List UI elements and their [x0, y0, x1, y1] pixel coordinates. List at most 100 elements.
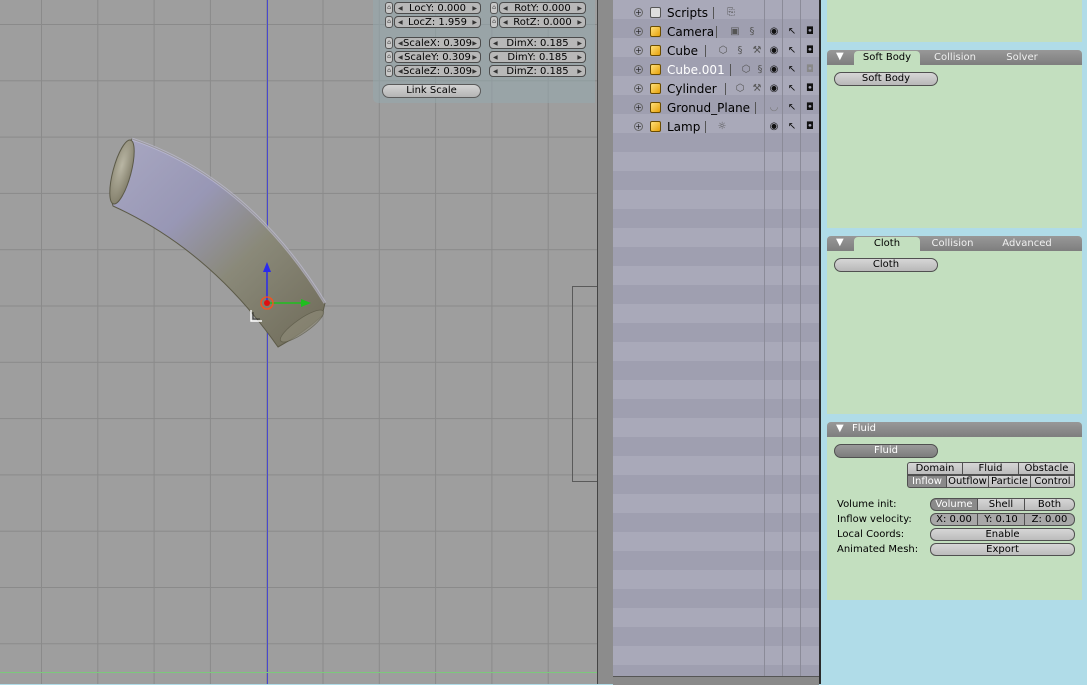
render-camera-icon[interactable]: ◘: [804, 64, 816, 76]
tab-collision[interactable]: Collision: [921, 237, 984, 251]
fluid-type-outflow[interactable]: Outflow: [946, 475, 989, 488]
collapse-triangle-icon[interactable]: ▼: [836, 237, 844, 248]
camera-data-icon: ▣: [730, 26, 740, 37]
expand-icon[interactable]: +: [634, 103, 643, 112]
lock-icon[interactable]: ⌂: [490, 16, 498, 28]
selectable-cursor-icon[interactable]: ↖: [786, 45, 798, 57]
expand-icon[interactable]: +: [634, 8, 643, 17]
lock-icon[interactable]: ⌂: [490, 2, 498, 14]
collapse-triangle-icon[interactable]: ▼: [836, 423, 844, 434]
selectable-cursor-icon[interactable]: ↖: [786, 121, 798, 133]
dimz-field[interactable]: ◀ DimZ: 0.185 ▶: [489, 65, 586, 77]
expand-icon[interactable]: +: [634, 65, 643, 74]
panel-title: Fluid: [852, 423, 876, 434]
scaley-field[interactable]: ◀ ScaleY: 0.309 ▶: [394, 51, 481, 63]
cloth-toggle[interactable]: Cloth: [834, 258, 938, 272]
animated-mesh-export-button[interactable]: Export: [930, 543, 1075, 556]
roty-field[interactable]: ◀ RotY: 0.000 ▶: [499, 2, 586, 14]
soft-body-toggle[interactable]: Soft Body: [834, 72, 938, 86]
render-camera-icon[interactable]: ◘: [804, 83, 816, 95]
expand-icon[interactable]: +: [634, 46, 643, 55]
rotz-field[interactable]: ◀ RotZ: 0.000 ▶: [499, 16, 586, 28]
visibility-eye-icon[interactable]: ◉: [768, 121, 780, 133]
lock-icon[interactable]: ⌂: [385, 2, 393, 14]
object-icon: [650, 83, 661, 94]
window-divider[interactable]: [597, 0, 613, 684]
lock-icon[interactable]: ⌂: [385, 37, 393, 49]
modifier-wrench-icon: ⚒: [752, 45, 762, 56]
outliner-item-gronud-plane[interactable]: + Gronud_Plane ◡ ↖ ◘: [613, 99, 819, 118]
fluid-type-inflow[interactable]: Inflow: [907, 475, 947, 488]
outliner-item-cylinder[interactable]: + Cylinder ⬡ ⚒ ◉ ↖ ◘: [613, 80, 819, 99]
visibility-eye-icon[interactable]: ◉: [768, 26, 780, 38]
selectable-cursor-icon[interactable]: ↖: [786, 83, 798, 95]
outliner[interactable]: + Scripts ⎘ + Camera ▣ § ◉ ↖ ◘ + Cube ⬡ …: [613, 0, 819, 684]
selectable-cursor-icon[interactable]: ↖: [786, 26, 798, 38]
visibility-eye-icon[interactable]: ◉: [768, 64, 780, 76]
camera-outline: [572, 286, 597, 482]
locy-value: LocY: 0.000: [409, 3, 466, 14]
link-scale-button[interactable]: Link Scale: [382, 84, 481, 98]
local-coords-enable-button[interactable]: Enable: [930, 528, 1075, 541]
fluid-toggle[interactable]: Fluid: [834, 444, 938, 458]
tab-soft-body[interactable]: Soft Body: [854, 51, 920, 65]
volume-init-shell[interactable]: Shell: [977, 498, 1025, 511]
constraint-icon: §: [749, 26, 755, 37]
tab-cloth[interactable]: Cloth: [854, 237, 920, 251]
object-icon: [650, 45, 661, 56]
softbody-panel: ▼ Soft Body Collision Solver Soft Body: [827, 50, 1082, 228]
outliner-item-lamp[interactable]: + Lamp ☼ ◉ ↖ ◘: [613, 118, 819, 137]
tab-advanced[interactable]: Advanced: [995, 237, 1059, 251]
selectable-cursor-icon[interactable]: ↖: [786, 64, 798, 76]
fluid-type-fluid[interactable]: Fluid: [962, 462, 1019, 475]
render-camera-icon[interactable]: ◘: [804, 45, 816, 57]
lock-icon[interactable]: ⌂: [385, 65, 393, 77]
fluid-type-domain[interactable]: Domain: [907, 462, 963, 475]
render-camera-icon[interactable]: ◘: [804, 26, 816, 38]
outliner-item-camera[interactable]: + Camera ▣ § ◉ ↖ ◘: [613, 23, 819, 42]
lock-icon[interactable]: ⌂: [385, 16, 393, 28]
locz-field[interactable]: ◀ LocZ: 1.959 ▶: [394, 16, 481, 28]
inflow-velocity-z-field[interactable]: Z: 0.00: [1024, 513, 1075, 526]
outliner-item-cube[interactable]: + Cube ⬡ § ⚒ ◉ ↖ ◘: [613, 42, 819, 61]
locy-field[interactable]: ◀ LocY: 0.000 ▶: [394, 2, 481, 14]
expand-icon[interactable]: +: [634, 122, 643, 131]
expand-icon[interactable]: +: [634, 84, 643, 93]
dimx-field[interactable]: ◀ DimX: 0.185 ▶: [489, 37, 586, 49]
dimz-value: DimZ: 0.185: [506, 66, 569, 77]
outliner-item-scripts[interactable]: + Scripts ⎘: [613, 4, 819, 23]
tab-solver[interactable]: Solver: [990, 51, 1054, 65]
inflow-velocity-x-field[interactable]: X: 0.00: [930, 513, 978, 526]
3d-viewport[interactable]: ⌂ ◀ LocY: 0.000 ▶ ⌂ ◀ RotY: 0.000 ▶ ⌂ ◀ LocZ:…: [0, 0, 597, 684]
dimx-value: DimX: 0.185: [506, 38, 569, 49]
selectable-cursor-icon[interactable]: ↖: [786, 102, 798, 114]
render-camera-icon[interactable]: ◘: [804, 102, 816, 114]
volume-init-label: Volume init:: [837, 499, 897, 510]
bent-cylinder-mesh[interactable]: [105, 137, 328, 348]
panel-header: ▼ Fluid: [827, 422, 1082, 437]
volume-init-both[interactable]: Both: [1024, 498, 1075, 511]
visibility-eye-icon[interactable]: ◉: [768, 83, 780, 95]
outliner-item-cube-001[interactable]: + Cube.001 ⬡ § ◉ ↖ ◘: [613, 61, 819, 80]
scalez-field[interactable]: ◀ ScaleZ: 0.309 ▶: [394, 65, 481, 77]
panel-header: ▼ Cloth Collision Advanced: [827, 236, 1082, 251]
inflow-velocity-y-field[interactable]: Y: 0.10: [977, 513, 1025, 526]
lock-icon[interactable]: ⌂: [385, 51, 393, 63]
dimy-field[interactable]: ◀ DimY: 0.185 ▶: [489, 51, 586, 63]
volume-init-volume[interactable]: Volume: [930, 498, 978, 511]
tab-collision[interactable]: Collision: [921, 51, 989, 65]
panel-header: ▼ Soft Body Collision Solver: [827, 50, 1082, 65]
mesh-data-icon: ⬡: [735, 83, 745, 94]
visibility-eye-icon[interactable]: ◡: [768, 102, 780, 114]
fluid-type-control[interactable]: Control: [1030, 475, 1075, 488]
visibility-eye-icon[interactable]: ◉: [768, 45, 780, 57]
collapse-triangle-icon[interactable]: ▼: [836, 51, 844, 62]
outliner-item-label: Cube: [667, 44, 698, 58]
scalez-value: ScaleZ: 0.309: [403, 66, 472, 77]
fluid-type-particle[interactable]: Particle: [988, 475, 1031, 488]
fluid-type-obstacle[interactable]: Obstacle: [1018, 462, 1075, 475]
scalex-field[interactable]: ◀ ScaleX: 0.309 ▶: [394, 37, 481, 49]
expand-icon[interactable]: +: [634, 27, 643, 36]
outliner-item-label: Cube.001: [667, 63, 725, 77]
render-camera-icon[interactable]: ◘: [804, 121, 816, 133]
